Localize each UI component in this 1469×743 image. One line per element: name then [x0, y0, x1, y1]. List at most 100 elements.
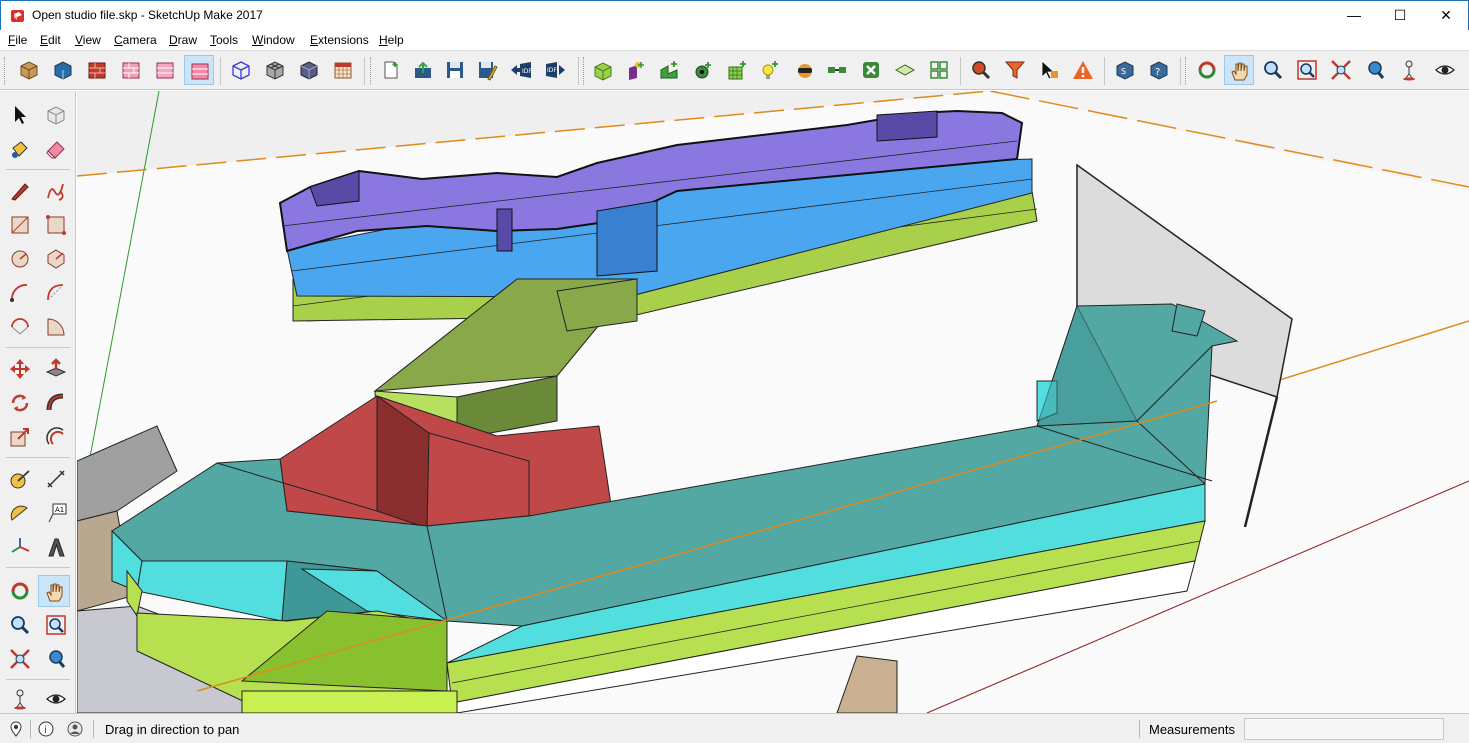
make-component-button[interactable] — [40, 99, 72, 131]
paint-bucket-button[interactable] — [4, 133, 36, 165]
zoom-extents-button[interactable] — [1326, 55, 1356, 85]
toolbar-grip[interactable] — [1185, 57, 1188, 85]
calendar-button[interactable] — [328, 55, 358, 85]
top-view-button[interactable] — [260, 55, 290, 85]
menu-help[interactable]: Help — [379, 33, 404, 47]
search-filter-button[interactable] — [1000, 55, 1030, 85]
menu-draw[interactable]: Draw — [169, 33, 197, 47]
save-idf-button[interactable] — [440, 55, 470, 85]
new-idf-button[interactable] — [376, 55, 406, 85]
shaded-textures-style-button[interactable] — [184, 55, 214, 85]
orbit-left-button[interactable] — [4, 575, 36, 607]
two-point-arc-button[interactable] — [40, 277, 72, 309]
menu-camera[interactable]: Camera — [114, 33, 157, 47]
pan-button[interactable] — [1224, 55, 1254, 85]
rotated-rectangle-button[interactable] — [40, 209, 72, 241]
xray-style-button[interactable] — [14, 55, 44, 85]
shaded-style-button[interactable] — [150, 55, 180, 85]
new-surface-matching-button[interactable] — [822, 55, 852, 85]
menu-view[interactable]: View — [75, 33, 101, 47]
protractor-button[interactable] — [4, 497, 36, 529]
openstudio-app-button[interactable]: S — [1110, 55, 1140, 85]
rotate-button[interactable] — [4, 387, 36, 419]
menu-edit[interactable]: Edit — [40, 33, 61, 47]
look-around-button[interactable] — [1430, 55, 1460, 85]
rectangle-button[interactable] — [4, 209, 36, 241]
new-loads-button[interactable] — [856, 55, 886, 85]
info-tool-button[interactable] — [966, 55, 996, 85]
axes-button[interactable] — [4, 531, 36, 563]
select-button[interactable] — [4, 99, 36, 131]
three-point-arc-button[interactable] — [4, 311, 36, 343]
maximize-button[interactable]: ☐ — [1377, 1, 1423, 30]
new-glare-sensor-button[interactable] — [754, 55, 784, 85]
circle-button[interactable] — [4, 243, 36, 275]
position-camera-left-button[interactable] — [4, 683, 36, 715]
new-interior-partition-button[interactable] — [654, 55, 684, 85]
grid-view-button[interactable] — [924, 55, 954, 85]
select-tool-button[interactable] — [1034, 55, 1064, 85]
zoom-extents-left-button[interactable] — [4, 643, 36, 675]
zoom-left-button[interactable] — [4, 609, 36, 641]
move-button[interactable] — [4, 353, 36, 385]
previous-view-button[interactable] — [1360, 55, 1390, 85]
arc-button[interactable] — [4, 277, 36, 309]
follow-me-button[interactable] — [40, 387, 72, 419]
credits-icon[interactable]: i — [38, 721, 54, 737]
eraser-button[interactable] — [40, 133, 72, 165]
brick-style-button[interactable] — [82, 55, 112, 85]
maximize-icon: ☐ — [1393, 7, 1407, 23]
pan-left-button[interactable] — [38, 575, 70, 607]
new-space-button[interactable] — [588, 55, 618, 85]
scale-icon — [10, 428, 29, 447]
menu-file[interactable]: File — [8, 33, 27, 47]
push-pull-button[interactable] — [40, 353, 72, 385]
menu-window[interactable]: Window — [252, 33, 295, 47]
user-account-icon[interactable] — [67, 721, 83, 737]
toolbar-grip[interactable] — [583, 57, 586, 85]
hidden-line-style-button[interactable] — [116, 55, 146, 85]
toolbar-separator — [1180, 57, 1181, 85]
error-warning-button[interactable] — [1068, 55, 1098, 85]
3d-text-button[interactable] — [40, 531, 72, 563]
close-button[interactable]: ✕ — [1423, 1, 1469, 30]
toolbar-grip[interactable] — [4, 57, 7, 85]
tape-measure-button[interactable] — [4, 463, 36, 495]
polygon-button[interactable] — [40, 243, 72, 275]
zoom-button[interactable] — [1258, 55, 1288, 85]
freehand-button[interactable] — [40, 175, 72, 207]
iso-view-button[interactable] — [226, 55, 256, 85]
text-button[interactable]: A1 — [40, 497, 72, 529]
new-daylighting-button[interactable] — [722, 55, 752, 85]
back-edges-style-button[interactable] — [48, 55, 78, 85]
new-shading-button[interactable] — [620, 55, 650, 85]
dimension-button[interactable] — [40, 463, 72, 495]
line-button[interactable] — [4, 175, 36, 207]
offset-button[interactable] — [40, 421, 72, 453]
project-loose-geometry-button[interactable] — [890, 55, 920, 85]
open-idf-button[interactable] — [408, 55, 438, 85]
help-button[interactable]: ? — [1144, 55, 1174, 85]
geo-location-icon[interactable] — [8, 721, 24, 737]
position-camera-button[interactable] — [1394, 55, 1424, 85]
front-view-button[interactable] — [294, 55, 324, 85]
menu-tools[interactable]: Tools — [210, 33, 238, 47]
import-idf-button[interactable]: IDF — [506, 55, 536, 85]
menu-extensions[interactable]: Extensions — [310, 33, 369, 47]
zoom-window-left-button[interactable] — [40, 609, 72, 641]
orbit-button[interactable] — [1192, 55, 1222, 85]
minimize-button[interactable]: — — [1331, 1, 1377, 30]
new-illuminance-map-button[interactable] — [688, 55, 718, 85]
look-around-left-button[interactable] — [40, 683, 72, 715]
previous-view-left-button[interactable] — [40, 643, 72, 675]
sketchup-logo-icon — [11, 10, 24, 22]
toolbar-grip[interactable] — [370, 57, 373, 85]
pie-button[interactable] — [40, 311, 72, 343]
new-luminaire-button[interactable] — [790, 55, 820, 85]
save-as-button[interactable] — [472, 55, 502, 85]
measurements-input[interactable] — [1244, 718, 1444, 740]
zoom-window-button[interactable] — [1292, 55, 1322, 85]
scale-button[interactable] — [4, 421, 36, 453]
model-viewport[interactable] — [77, 91, 1469, 713]
export-idf-button[interactable]: IDF — [540, 55, 570, 85]
